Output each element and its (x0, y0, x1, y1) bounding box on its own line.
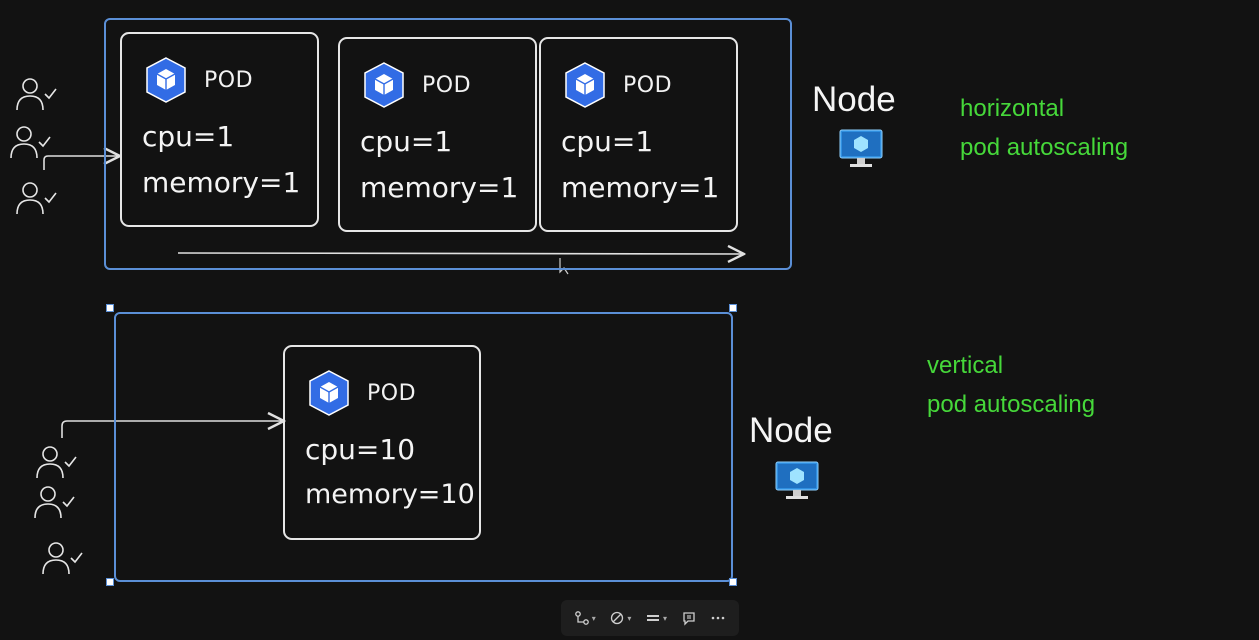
user-check-icon (10, 126, 51, 159)
pod-header: POD (561, 61, 672, 109)
selection-handle[interactable] (106, 304, 114, 312)
pod-memory: memory=1 (360, 171, 519, 204)
kubernetes-pod-icon (309, 370, 349, 416)
style-tool-button[interactable]: ▾ (609, 610, 631, 626)
kubernetes-pod-icon (146, 57, 186, 103)
pod-cpu: cpu=1 (360, 125, 453, 158)
pod-memory: memory=10 (305, 479, 475, 510)
pod-memory: memory=1 (561, 171, 720, 204)
selection-handle[interactable] (729, 578, 737, 586)
selection-handle[interactable] (106, 578, 114, 586)
user-check-icon (16, 78, 57, 111)
kubernetes-pod-icon (565, 62, 605, 108)
user-check-icon (34, 486, 75, 519)
pod-cpu: cpu=10 (305, 433, 416, 466)
pod-card[interactable]: POD cpu=1 memory=1 (120, 32, 319, 227)
pod-label: POD (367, 380, 417, 406)
caption-horizontal-line2: pod autoscaling (960, 134, 1129, 161)
monitor-icon (775, 461, 819, 499)
connector-tool-icon (574, 611, 589, 625)
comment-button[interactable] (681, 610, 697, 626)
pod-header: POD (142, 56, 253, 104)
pod-card[interactable]: POD cpu=10 memory=10 (283, 345, 481, 540)
pod-header: POD (305, 369, 416, 417)
comment-icon (682, 612, 695, 626)
pod-card[interactable]: POD cpu=1 memory=1 (539, 37, 738, 232)
kubernetes-pod-icon (364, 62, 404, 108)
style-tool-icon (611, 611, 624, 625)
pod-cpu: cpu=1 (142, 120, 235, 153)
pod-label: POD (204, 67, 254, 93)
fill-tool-icon (646, 615, 659, 621)
caption-vertical-line2: pod autoscaling (927, 391, 1096, 418)
pod-label: POD (422, 72, 472, 98)
selection-handle[interactable] (729, 304, 737, 312)
pod-header: POD (360, 61, 471, 109)
more-button[interactable] (710, 610, 726, 626)
monitor-icon (839, 129, 883, 167)
connector-tool-button[interactable]: ▾ (574, 610, 596, 626)
floating-toolbar: ▾ ▾ ▾ (561, 600, 739, 636)
fill-tool-button[interactable]: ▾ (645, 610, 667, 626)
pod-memory: memory=1 (142, 166, 301, 199)
chevron-down-icon: ▾ (662, 613, 667, 623)
user-check-icon (42, 542, 83, 575)
pod-cpu: cpu=1 (561, 125, 654, 158)
pod-card[interactable]: POD cpu=1 memory=1 (338, 37, 537, 232)
chevron-down-icon: ▾ (627, 613, 632, 623)
user-check-icon (16, 182, 57, 215)
user-check-icon (36, 446, 77, 479)
pod-label: POD (623, 72, 673, 98)
node-label-horizontal: Node (812, 80, 896, 119)
caption-horizontal-line1: horizontal (960, 95, 1065, 122)
chevron-down-icon: ▾ (591, 613, 596, 623)
more-icon (711, 616, 725, 620)
node-label-vertical: Node (749, 411, 833, 450)
caption-vertical-line1: vertical (927, 352, 1004, 379)
